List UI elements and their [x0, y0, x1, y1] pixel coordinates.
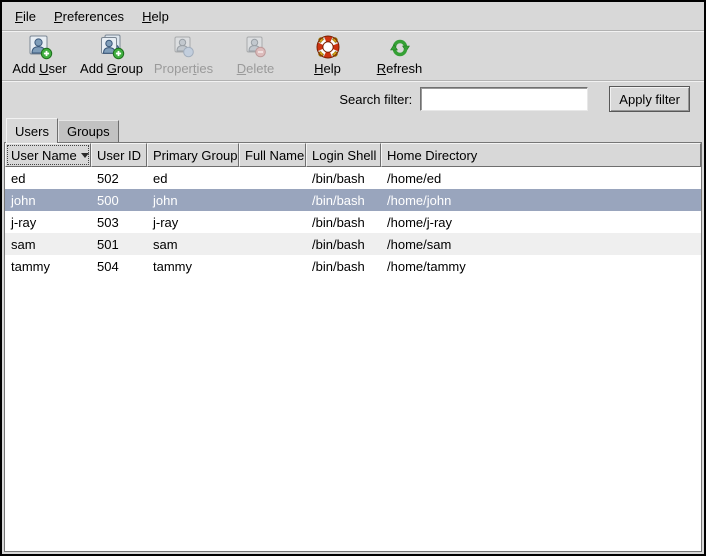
add-group-label: Add Group [80, 61, 143, 76]
user-manager-window: File Preferences Help Add User [0, 0, 706, 556]
tab-groups[interactable]: Groups [58, 120, 119, 142]
search-filter-input[interactable] [420, 87, 588, 111]
column-header-login-shell[interactable]: Login Shell [306, 143, 381, 167]
refresh-label: Refresh [377, 61, 423, 76]
delete-icon [243, 34, 269, 60]
properties-icon [171, 34, 197, 60]
table-row-j-ray[interactable]: j-ray 503 j-ray /bin/bash /home/j-ray [5, 211, 701, 233]
apply-filter-button[interactable]: Apply filter [609, 86, 690, 112]
add-user-button[interactable]: Add User [5, 34, 74, 76]
sort-indicator-icon [81, 153, 89, 158]
refresh-icon [387, 34, 413, 60]
delete-label: Delete [237, 61, 275, 76]
help-label: Help [314, 61, 341, 76]
users-table: User Name User ID Primary Group Full Nam… [5, 143, 701, 277]
table-row-sam[interactable]: sam 501 sam /bin/bash /home/sam [5, 233, 701, 255]
help-button[interactable]: Help [293, 34, 362, 76]
tab-users[interactable]: Users [6, 118, 58, 143]
table-row-john[interactable]: john 500 john /bin/bash /home/john [5, 189, 701, 211]
add-user-label: Add User [12, 61, 66, 76]
help-icon [315, 34, 341, 60]
column-header-user-id[interactable]: User ID [91, 143, 147, 167]
add-group-icon [99, 34, 125, 60]
column-header-user-name[interactable]: User Name [5, 143, 91, 167]
column-header-home-directory[interactable]: Home Directory [381, 143, 701, 167]
add-user-icon [27, 34, 53, 60]
search-filter-label: Search filter: [339, 92, 412, 107]
table-row-tammy[interactable]: tammy 504 tammy /bin/bash /home/tammy [5, 255, 701, 277]
properties-button[interactable]: Properties [149, 34, 218, 76]
table-row-ed[interactable]: ed 502 ed /bin/bash /home/ed [5, 167, 701, 189]
add-group-button[interactable]: Add Group [77, 34, 146, 76]
search-filter-row: Search filter: Apply filter [2, 82, 704, 116]
column-header-full-name[interactable]: Full Name [239, 143, 306, 167]
table-header-row: User Name User ID Primary Group Full Nam… [5, 143, 701, 167]
delete-button[interactable]: Delete [221, 34, 290, 76]
menu-preferences[interactable]: Preferences [45, 5, 133, 28]
menu-file[interactable]: File [6, 5, 45, 28]
column-header-primary-group[interactable]: Primary Group [147, 143, 239, 167]
properties-label: Properties [154, 61, 213, 76]
users-table-frame: User Name User ID Primary Group Full Nam… [4, 142, 702, 552]
menu-help[interactable]: Help [133, 5, 178, 28]
toolbar: Add User Add Group Pr [2, 32, 704, 80]
tab-bar: Users Groups [2, 116, 704, 142]
refresh-button[interactable]: Refresh [365, 34, 434, 76]
menubar: File Preferences Help [2, 2, 704, 30]
